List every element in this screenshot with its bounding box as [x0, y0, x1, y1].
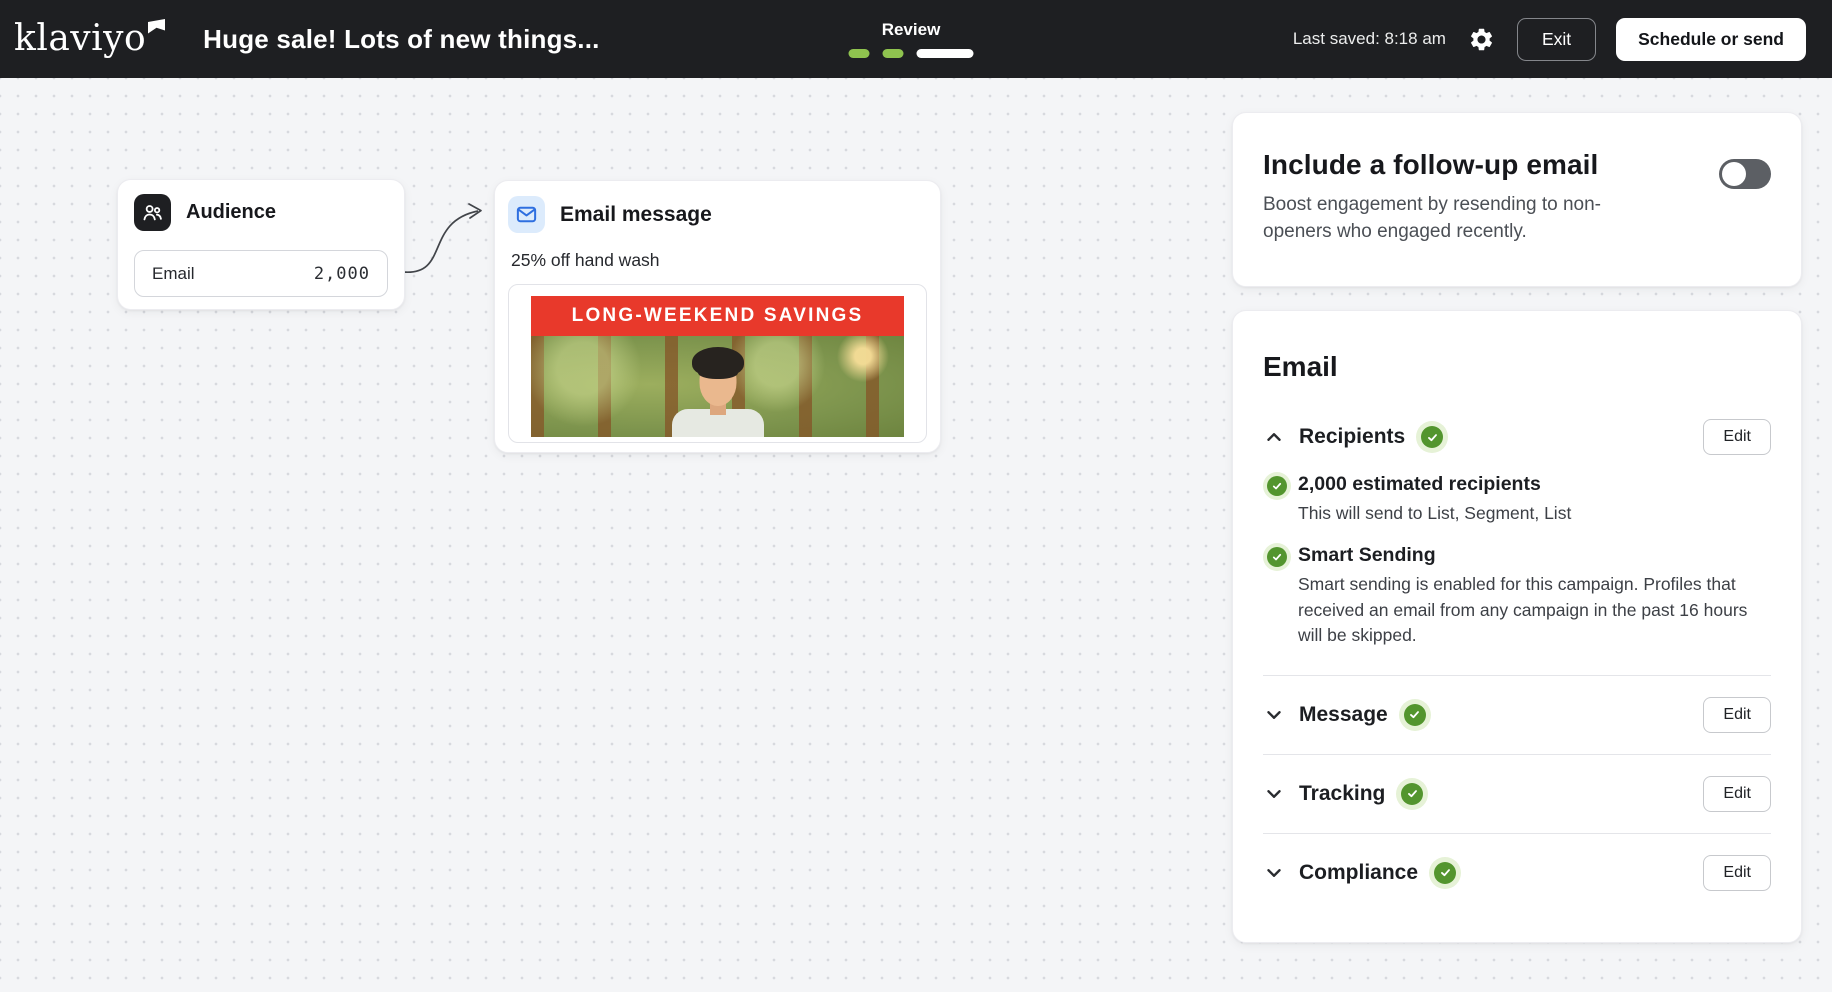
header-right: Last saved: 8:18 am Exit Schedule or sen…: [1293, 18, 1806, 61]
channel-label: Email: [152, 264, 195, 284]
chevron-down-icon[interactable]: [1263, 862, 1285, 884]
audience-email-channel-row[interactable]: Email 2,000: [134, 250, 388, 297]
email-preview-banner: LONG-WEEKEND SAVINGS: [531, 296, 904, 336]
exit-button[interactable]: Exit: [1517, 18, 1596, 61]
email-message-card-title: Email message: [560, 203, 712, 227]
followup-toggle-knob: [1722, 162, 1746, 186]
recipients-details: 2,000 estimated recipients This will sen…: [1263, 473, 1771, 649]
tracking-edit-button[interactable]: Edit: [1703, 776, 1771, 812]
campaign-canvas: Audience Email 2,000 Email message 25% o…: [0, 78, 1832, 992]
smart-sending-title: Smart Sending: [1298, 544, 1756, 567]
last-saved-text: Last saved: 8:18 am: [1293, 29, 1446, 49]
tracking-section-label: Tracking: [1299, 782, 1385, 806]
email-review-card: Email Recipients Edit: [1232, 310, 1802, 943]
email-message-card-header: Email message: [508, 196, 927, 233]
section-row-compliance[interactable]: Compliance Edit: [1263, 834, 1771, 912]
email-preview-photo: [531, 336, 904, 437]
progress-stepper: Review: [849, 0, 974, 78]
campaign-title: Huge sale! Lots of new things...: [203, 24, 599, 55]
tracking-complete-check-icon: [1401, 783, 1423, 805]
estimated-recipients-description: This will send to List, Segment, List: [1298, 501, 1571, 526]
klaviyo-logo[interactable]: klaviyo: [14, 21, 165, 57]
message-complete-check-icon: [1404, 704, 1426, 726]
klaviyo-wordmark: klaviyo: [14, 21, 146, 57]
audience-node-card[interactable]: Audience Email 2,000: [117, 179, 405, 310]
smart-sending-item: Smart Sending Smart sending is enabled f…: [1263, 544, 1771, 648]
section-row-recipients[interactable]: Recipients Edit: [1263, 419, 1771, 455]
compliance-edit-button[interactable]: Edit: [1703, 855, 1771, 891]
estimated-recipients-check-icon: [1263, 473, 1287, 526]
section-row-tracking[interactable]: Tracking Edit: [1263, 755, 1771, 833]
audience-card-title: Audience: [186, 201, 276, 224]
message-section-label: Message: [1299, 703, 1388, 727]
photo-person-hair: [692, 347, 744, 377]
recipients-section-label: Recipients: [1299, 425, 1405, 449]
recipients-complete-check-icon: [1421, 426, 1443, 448]
followup-toggle[interactable]: [1719, 159, 1771, 189]
compliance-section-label: Compliance: [1299, 861, 1418, 885]
chevron-down-icon[interactable]: [1263, 704, 1285, 726]
estimated-recipients-text: 2,000 estimated recipients This will sen…: [1298, 473, 1571, 526]
recipients-edit-button[interactable]: Edit: [1703, 419, 1771, 455]
followup-title: Include a follow-up email: [1263, 149, 1771, 181]
schedule-or-send-button[interactable]: Schedule or send: [1616, 18, 1806, 61]
audience-card-header: Audience: [134, 194, 388, 231]
email-subject-line: 25% off hand wash: [511, 250, 927, 271]
progress-step-2-complete: [883, 49, 904, 58]
tracking-row-left: Tracking: [1263, 782, 1703, 806]
settings-gear-icon[interactable]: [1466, 24, 1497, 55]
estimated-recipients-item: 2,000 estimated recipients This will sen…: [1263, 473, 1771, 526]
progress-pills: [849, 49, 974, 58]
compliance-row-left: Compliance: [1263, 861, 1703, 885]
current-step-label: Review: [882, 20, 941, 40]
email-message-node-card[interactable]: Email message 25% off hand wash LONG-WEE…: [494, 180, 941, 453]
message-edit-button[interactable]: Edit: [1703, 697, 1771, 733]
smart-sending-check-icon: [1263, 544, 1287, 648]
followup-email-card: Include a follow-up email Boost engageme…: [1232, 112, 1802, 287]
chevron-down-icon[interactable]: [1263, 783, 1285, 805]
envelope-icon: [508, 196, 545, 233]
section-row-message[interactable]: Message Edit: [1263, 676, 1771, 754]
email-review-title: Email: [1263, 351, 1771, 383]
message-row-left: Message: [1263, 703, 1703, 727]
compliance-complete-check-icon: [1434, 862, 1456, 884]
smart-sending-text: Smart Sending Smart sending is enabled f…: [1298, 544, 1756, 648]
header-left: klaviyo Huge sale! Lots of new things...: [14, 21, 600, 57]
chevron-up-icon[interactable]: [1263, 426, 1285, 448]
followup-description: Boost engagement by resending to non-ope…: [1263, 192, 1667, 246]
smart-sending-description: Smart sending is enabled for this campai…: [1298, 572, 1756, 648]
campaign-review-app: klaviyo Huge sale! Lots of new things...…: [0, 0, 1832, 992]
email-preview-thumbnail[interactable]: LONG-WEEKEND SAVINGS: [508, 284, 927, 443]
recipients-row-left: Recipients: [1263, 425, 1703, 449]
estimated-recipients-title: 2,000 estimated recipients: [1298, 473, 1571, 496]
top-bar: klaviyo Huge sale! Lots of new things...…: [0, 0, 1832, 78]
audience-people-icon: [134, 194, 171, 231]
klaviyo-flag-icon: [148, 19, 165, 40]
progress-step-1-complete: [849, 49, 870, 58]
progress-step-3-current: [917, 49, 974, 58]
estimated-recipient-count: 2,000: [314, 264, 370, 284]
